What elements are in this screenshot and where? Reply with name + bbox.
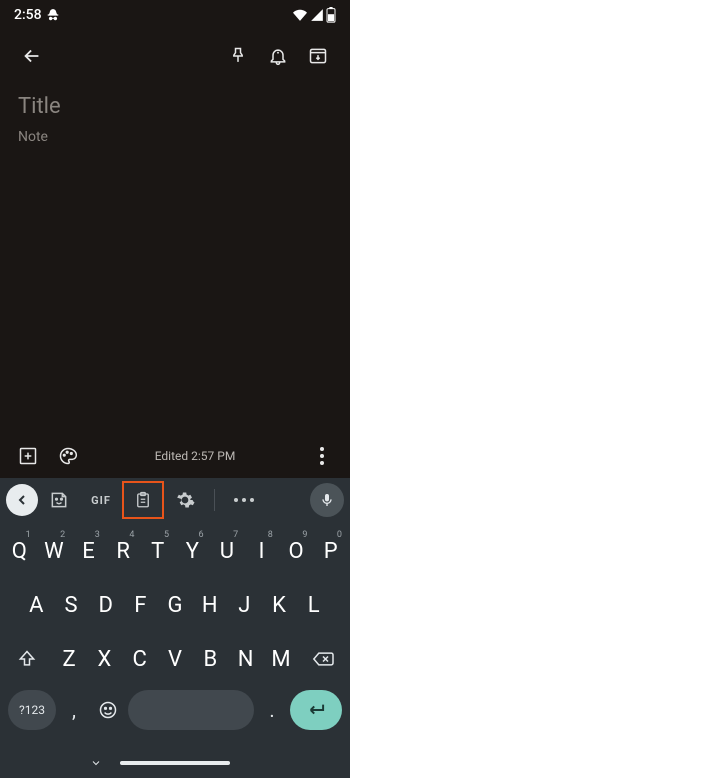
key-X[interactable]: X (87, 636, 122, 682)
note-editor[interactable]: Title Note (0, 84, 350, 155)
incognito-icon (46, 8, 60, 22)
phone-frame: 2:58 Title Note (0, 0, 350, 778)
kb-gif-button[interactable]: GIF (80, 484, 122, 516)
key-R[interactable]: R4 (106, 528, 141, 574)
backspace-key[interactable] (299, 636, 348, 682)
pin-button[interactable] (218, 36, 258, 76)
key-P[interactable]: P0 (313, 528, 348, 574)
enter-icon (305, 702, 327, 718)
keyboard-toolbar: GIF (0, 478, 350, 522)
key-A[interactable]: A (19, 582, 54, 628)
arrow-left-icon (21, 45, 43, 67)
chevron-left-icon (14, 492, 30, 508)
more-button[interactable] (302, 447, 342, 465)
kb-clipboard-button[interactable] (122, 481, 164, 519)
shift-key[interactable] (2, 636, 51, 682)
palette-button[interactable] (48, 436, 88, 476)
key-U[interactable]: U7 (210, 528, 245, 574)
divider (214, 489, 215, 511)
sticker-icon (49, 490, 69, 510)
key-row-3: ZXCVBNM (2, 636, 348, 682)
chevron-down-icon[interactable] (88, 757, 104, 769)
key-E[interactable]: E3 (71, 528, 106, 574)
palette-icon (58, 446, 78, 466)
note-toolbar: Edited 2:57 PM (0, 434, 350, 478)
clock: 2:58 (14, 7, 42, 23)
kb-settings-button[interactable] (164, 484, 206, 516)
key-K[interactable]: K (262, 582, 297, 628)
status-bar: 2:58 (0, 0, 350, 28)
keyboard: GIF Q1W2E3R4T5Y6U7I8O9P0 ASDFGHJKL ZXCVB… (0, 478, 350, 778)
archive-button[interactable] (298, 36, 338, 76)
emoji-icon (98, 700, 118, 720)
emoji-key[interactable] (92, 690, 124, 730)
key-F[interactable]: F (123, 582, 158, 628)
kb-voice-button[interactable] (310, 483, 344, 517)
period-key[interactable]: . (258, 690, 286, 730)
pin-icon (228, 46, 248, 66)
enter-key[interactable] (290, 690, 342, 730)
key-I[interactable]: I8 (244, 528, 279, 574)
key-C[interactable]: C (122, 636, 157, 682)
key-S[interactable]: S (54, 582, 89, 628)
key-Z[interactable]: Z (51, 636, 86, 682)
note-input[interactable]: Note (18, 129, 332, 145)
status-right (292, 7, 336, 23)
key-D[interactable]: D (88, 582, 123, 628)
wifi-icon (292, 8, 308, 22)
edited-timestamp: Edited 2:57 PM (88, 449, 302, 463)
key-row-1: Q1W2E3R4T5Y6U7I8O9P0 (2, 528, 348, 574)
title-input[interactable]: Title (18, 94, 332, 119)
backspace-icon (311, 649, 335, 669)
bell-plus-icon (268, 46, 288, 66)
status-left: 2:58 (14, 7, 60, 23)
nav-handle[interactable] (120, 761, 230, 765)
key-Q[interactable]: Q1 (2, 528, 37, 574)
key-row-2: ASDFGHJKL (2, 582, 348, 628)
key-T[interactable]: T5 (140, 528, 175, 574)
signal-icon (310, 8, 324, 22)
back-button[interactable] (12, 36, 52, 76)
key-N[interactable]: N (228, 636, 263, 682)
key-G[interactable]: G (158, 582, 193, 628)
mic-icon (319, 492, 335, 508)
reminder-button[interactable] (258, 36, 298, 76)
note-app-bar (0, 28, 350, 84)
key-J[interactable]: J (227, 582, 262, 628)
dot-icon (320, 461, 324, 465)
battery-icon (326, 7, 336, 23)
symbols-key[interactable]: ?123 (8, 690, 56, 730)
plus-box-icon (18, 446, 38, 466)
shift-icon (17, 649, 37, 669)
dot-icon (320, 447, 324, 451)
dot-icon (320, 454, 324, 458)
archive-icon (308, 46, 328, 66)
add-button[interactable] (8, 436, 48, 476)
key-Y[interactable]: Y6 (175, 528, 210, 574)
key-B[interactable]: B (193, 636, 228, 682)
kb-more-button[interactable] (223, 484, 265, 516)
comma-key[interactable]: , (60, 690, 88, 730)
nav-bar (0, 748, 350, 778)
kb-sticker-button[interactable] (38, 484, 80, 516)
key-V[interactable]: V (157, 636, 192, 682)
key-row-4: ?123 , . (2, 690, 348, 730)
clipboard-icon (134, 490, 152, 510)
key-M[interactable]: M (263, 636, 298, 682)
key-H[interactable]: H (192, 582, 227, 628)
key-O[interactable]: O9 (279, 528, 314, 574)
keyboard-keys: Q1W2E3R4T5Y6U7I8O9P0 ASDFGHJKL ZXCVBNM ?… (0, 522, 350, 730)
gear-icon (175, 490, 195, 510)
key-W[interactable]: W2 (37, 528, 72, 574)
space-key[interactable] (128, 690, 254, 730)
key-L[interactable]: L (296, 582, 331, 628)
kb-collapse-button[interactable] (6, 484, 38, 516)
